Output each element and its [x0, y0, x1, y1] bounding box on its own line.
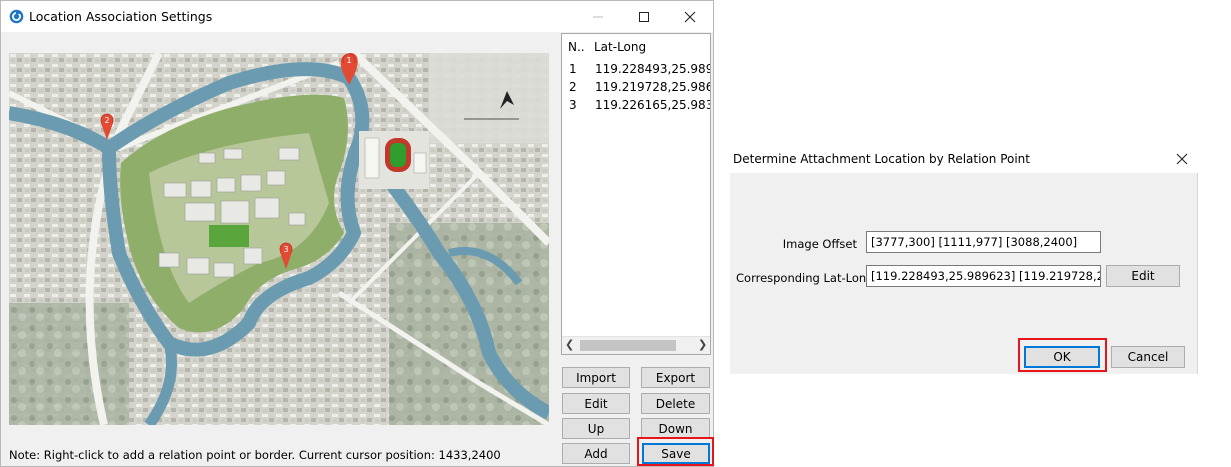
title-bar: Location Association Settings	[1, 1, 713, 32]
map-image[interactable]: 1 2 3	[9, 53, 549, 425]
status-note: Note: Right-click to add a relation poin…	[9, 448, 501, 462]
import-button[interactable]: Import	[562, 367, 630, 388]
up-button[interactable]: Up	[562, 418, 630, 439]
down-button[interactable]: Down	[641, 418, 710, 439]
dialog-title: Determine Attachment Location by Relatio…	[733, 152, 1030, 166]
row-latlong: 119.226165,25.983200	[595, 98, 710, 112]
edit-button[interactable]: Edit	[562, 393, 630, 414]
save-button-highlight	[637, 437, 714, 466]
pin-label: 2	[104, 116, 109, 125]
cancel-button[interactable]: Cancel	[1111, 346, 1185, 368]
campus-masterplan-map: 1 2 3	[9, 53, 549, 425]
delete-button[interactable]: Delete	[641, 393, 710, 414]
scroll-left-icon[interactable]: ❮	[565, 338, 574, 351]
horizontal-scrollbar[interactable]: ❮ ❯	[562, 336, 710, 354]
dialog-body: Image Offset [3777,300] [1111,977] [3088…	[730, 173, 1198, 374]
list-header: N.. Lat-Long	[562, 34, 710, 58]
row-number: 3	[569, 98, 577, 112]
column-header-number[interactable]: N..	[568, 40, 585, 54]
pin-label: 1	[346, 56, 351, 65]
export-button[interactable]: Export	[641, 367, 710, 388]
list-item[interactable]: 1 119.228493,25.989623	[562, 60, 710, 78]
attachment-location-dialog: Determine Attachment Location by Relatio…	[730, 144, 1198, 374]
scroll-right-icon[interactable]: ❯	[698, 338, 707, 351]
window-title: Location Association Settings	[29, 9, 213, 24]
scroll-thumb[interactable]	[580, 340, 676, 351]
location-association-window: Location Association Settings 1 2 3 N.. …	[0, 0, 714, 467]
ok-button-highlight	[1018, 338, 1107, 372]
row-number: 2	[569, 80, 577, 94]
dialog-close-button[interactable]	[1168, 146, 1196, 172]
row-latlong: 119.219728,25.986980	[595, 80, 710, 94]
minimize-button[interactable]	[575, 1, 621, 32]
image-offset-label: Image Offset	[782, 237, 857, 251]
list-item[interactable]: 2 119.219728,25.986980	[562, 78, 710, 96]
relation-point-list[interactable]: N.. Lat-Long 1 119.228493,25.989623 2 11…	[561, 33, 711, 355]
maximize-icon	[639, 11, 649, 22]
row-latlong: 119.228493,25.989623	[595, 62, 710, 76]
add-button[interactable]: Add	[562, 443, 630, 464]
image-offset-field[interactable]: [3777,300] [1111,977] [3088,2400]	[866, 231, 1101, 253]
close-icon	[1176, 153, 1188, 165]
close-icon	[684, 11, 696, 22]
app-logo-icon	[9, 9, 24, 24]
column-header-latlong[interactable]: Lat-Long	[594, 40, 646, 54]
minimize-icon	[593, 16, 603, 17]
dialog-edit-button[interactable]: Edit	[1106, 265, 1180, 287]
close-button[interactable]	[667, 1, 713, 32]
dialog-title-bar: Determine Attachment Location by Relatio…	[730, 144, 1198, 173]
latlong-label: Corresponding Lat-Long	[736, 271, 874, 285]
row-number: 1	[569, 62, 577, 76]
latlong-field[interactable]: [119.228493,25.989623] [119.219728,25.98…	[866, 265, 1101, 287]
pin-label: 3	[283, 245, 288, 254]
maximize-button[interactable]	[621, 1, 667, 32]
list-item[interactable]: 3 119.226165,25.983200	[562, 96, 710, 114]
